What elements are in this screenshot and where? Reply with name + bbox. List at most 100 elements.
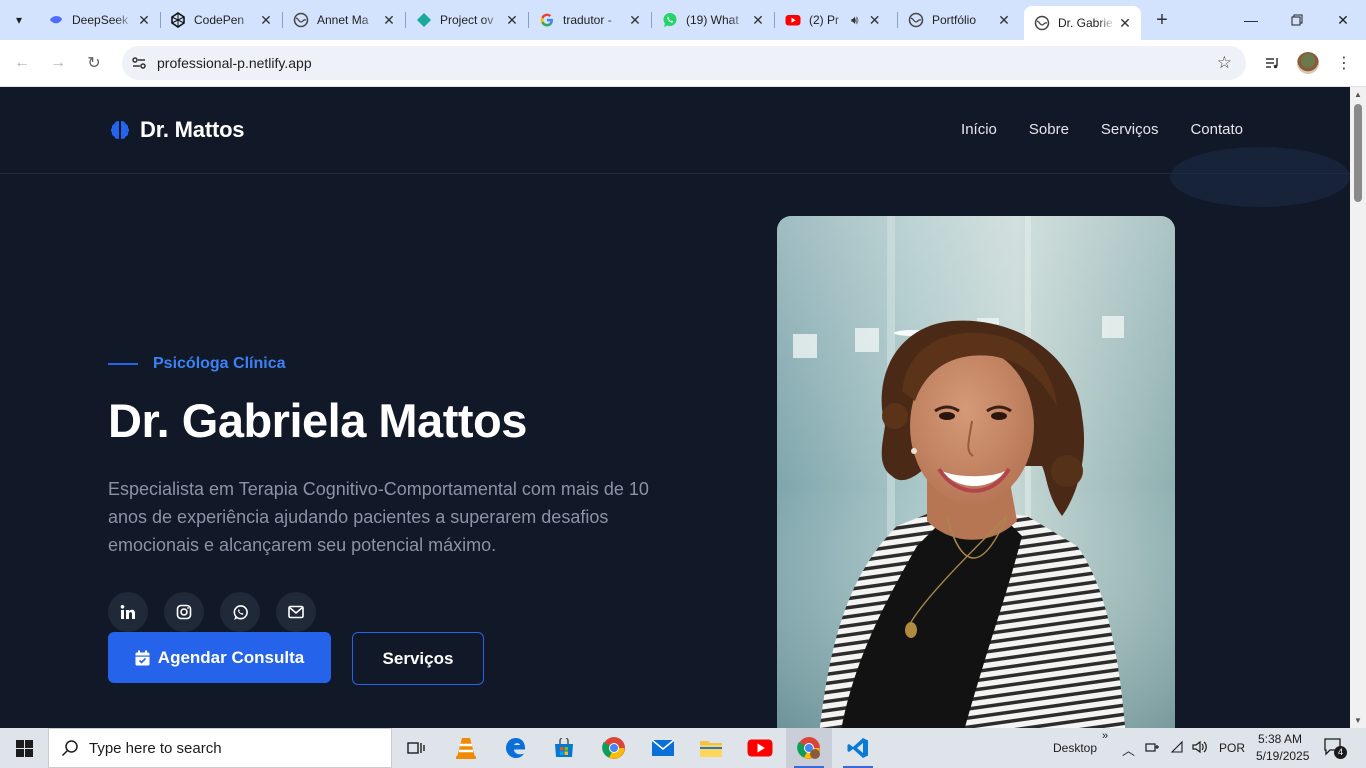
chevron-right-double-icon[interactable]: »: [1102, 730, 1108, 742]
globe-icon: [908, 12, 924, 28]
close-icon[interactable]: ✕: [865, 10, 885, 30]
tab-codepen[interactable]: CodePen ✕: [160, 6, 283, 34]
clock-time[interactable]: 5:38 AM: [1258, 732, 1302, 746]
diamond-icon: [416, 12, 432, 28]
back-arrow-icon[interactable]: ←: [10, 51, 34, 75]
globe-icon: [293, 12, 309, 28]
site-settings-icon[interactable]: [130, 54, 148, 72]
tab-tradutor[interactable]: tradutor - ✕: [529, 6, 652, 34]
eyebrow-text: Psicóloga Clínica: [153, 355, 286, 372]
mail-icon[interactable]: [276, 592, 316, 632]
task-view-icon[interactable]: [393, 728, 439, 768]
notification-count-badge: 4: [1334, 746, 1347, 759]
tab-search-chevron-icon[interactable]: ▾: [6, 7, 32, 33]
close-icon[interactable]: ✕: [502, 10, 522, 30]
whatsapp-icon[interactable]: [220, 592, 260, 632]
language-indicator[interactable]: POR: [1219, 741, 1245, 755]
network-icon[interactable]: [1145, 740, 1161, 757]
calendar-icon: [135, 650, 150, 665]
reload-icon[interactable]: ↻: [82, 51, 106, 75]
chevron-up-icon[interactable]: ︿: [1122, 740, 1135, 759]
accent-line: [108, 363, 138, 365]
nav-link-contato[interactable]: Contato: [1190, 121, 1243, 138]
close-icon[interactable]: ✕: [256, 10, 276, 30]
tab-deepseek[interactable]: DeepSeek ✕: [38, 6, 161, 34]
tab-youtube[interactable]: (2) Pr 🔊︎ ✕: [775, 6, 898, 34]
tab-annet[interactable]: Annet Ma ✕: [283, 6, 406, 34]
tab-portfolio[interactable]: Portfólio ✕: [898, 6, 1020, 34]
browser-toolbar: ← → ↻ professional-p.netlify.app ☆ ⋮: [0, 40, 1366, 87]
search-placeholder: Type here to search: [89, 739, 222, 757]
services-button[interactable]: Serviços: [352, 632, 484, 685]
close-icon[interactable]: ✕: [748, 10, 768, 30]
tab-title: DeepSeek: [72, 13, 129, 27]
tab-title: CodePen: [194, 13, 245, 27]
close-icon[interactable]: ✕: [994, 10, 1014, 30]
schedule-appointment-button[interactable]: Agendar Consulta: [108, 632, 331, 683]
url-text[interactable]: professional-p.netlify.app: [157, 55, 312, 71]
youtube-icon: [785, 12, 801, 28]
address-bar[interactable]: professional-p.netlify.app ☆: [122, 46, 1246, 80]
main-nav: Início Sobre Serviços Contato: [961, 121, 1243, 138]
media-controls-icon[interactable]: [1259, 50, 1285, 76]
speaker-icon[interactable]: 🔊︎: [851, 13, 859, 28]
scrollbar-thumb[interactable]: [1354, 104, 1362, 202]
minimize-icon[interactable]: —: [1228, 0, 1274, 40]
scroll-up-arrow-icon[interactable]: ▲: [1354, 90, 1362, 99]
profile-photo: [777, 216, 1175, 728]
chrome-icon[interactable]: [591, 728, 637, 768]
profile-avatar[interactable]: [1297, 52, 1319, 74]
brain-icon: [110, 121, 130, 139]
mail-app-icon[interactable]: [640, 728, 686, 768]
new-tab-plus-icon[interactable]: +: [1150, 8, 1174, 32]
hero-description: Especialista em Terapia Cognitivo-Compor…: [108, 479, 649, 555]
windows-taskbar: Type here to search Desktop » ︿ POR 5:38…: [0, 728, 1366, 768]
bookmark-star-icon[interactable]: ☆: [1217, 53, 1232, 73]
close-icon[interactable]: ✕: [379, 10, 399, 30]
youtube-app-icon[interactable]: [737, 728, 783, 768]
volume-icon[interactable]: [1192, 740, 1208, 757]
close-icon[interactable]: ✕: [625, 10, 645, 30]
whatsapp-icon: [662, 12, 678, 28]
site-header: Dr. Mattos Início Sobre Serviços Contato: [0, 87, 1350, 174]
menu-kebab-icon[interactable]: ⋮: [1331, 50, 1357, 76]
desktop-toolbar-label[interactable]: Desktop: [1053, 741, 1097, 755]
close-icon[interactable]: ✕: [134, 10, 154, 30]
linkedin-icon[interactable]: [108, 592, 148, 632]
google-icon: [539, 12, 555, 28]
page-scrollbar[interactable]: ▲ ▼: [1350, 87, 1366, 728]
wifi-icon[interactable]: [1170, 740, 1186, 757]
microsoft-store-icon[interactable]: [541, 728, 587, 768]
nav-link-sobre[interactable]: Sobre: [1029, 121, 1069, 138]
clock-date[interactable]: 5/19/2025: [1256, 749, 1309, 763]
taskbar-search[interactable]: Type here to search: [48, 728, 392, 768]
tab-title: tradutor -: [563, 13, 612, 27]
logo-text: Dr. Mattos: [140, 117, 245, 142]
scroll-down-arrow-icon[interactable]: ▼: [1354, 716, 1362, 725]
site-logo[interactable]: Dr. Mattos: [108, 117, 245, 143]
codepen-icon: [170, 12, 186, 28]
close-window-icon[interactable]: ✕: [1320, 0, 1366, 40]
social-links: [108, 592, 316, 632]
restore-icon[interactable]: [1274, 0, 1320, 40]
close-icon[interactable]: ✕: [1115, 13, 1135, 33]
tab-whatsapp[interactable]: (19) What ✕: [652, 6, 775, 34]
tab-title: Portfólio: [932, 13, 977, 27]
file-explorer-icon[interactable]: [688, 728, 734, 768]
hero-eyebrow: Psicóloga Clínica: [108, 355, 285, 373]
schedule-label: Agendar Consulta: [157, 647, 305, 667]
edge-icon[interactable]: [493, 728, 539, 768]
chrome-active-icon[interactable]: [786, 728, 832, 768]
tab-project[interactable]: Project ov ✕: [406, 6, 529, 34]
windows-start-icon[interactable]: [0, 728, 48, 768]
tab-dr-gabriela[interactable]: Dr. Gabrie ✕: [1024, 6, 1141, 40]
vscode-icon[interactable]: [835, 728, 881, 768]
nav-link-servicos[interactable]: Serviços: [1101, 121, 1159, 138]
nav-link-inicio[interactable]: Início: [961, 121, 997, 138]
forward-arrow-icon[interactable]: →: [46, 51, 70, 75]
tab-title: (19) What: [686, 13, 739, 27]
vlc-icon[interactable]: [443, 728, 489, 768]
instagram-icon[interactable]: [164, 592, 204, 632]
deepseek-icon: [48, 12, 64, 28]
tab-title: Annet Ma: [317, 13, 369, 27]
